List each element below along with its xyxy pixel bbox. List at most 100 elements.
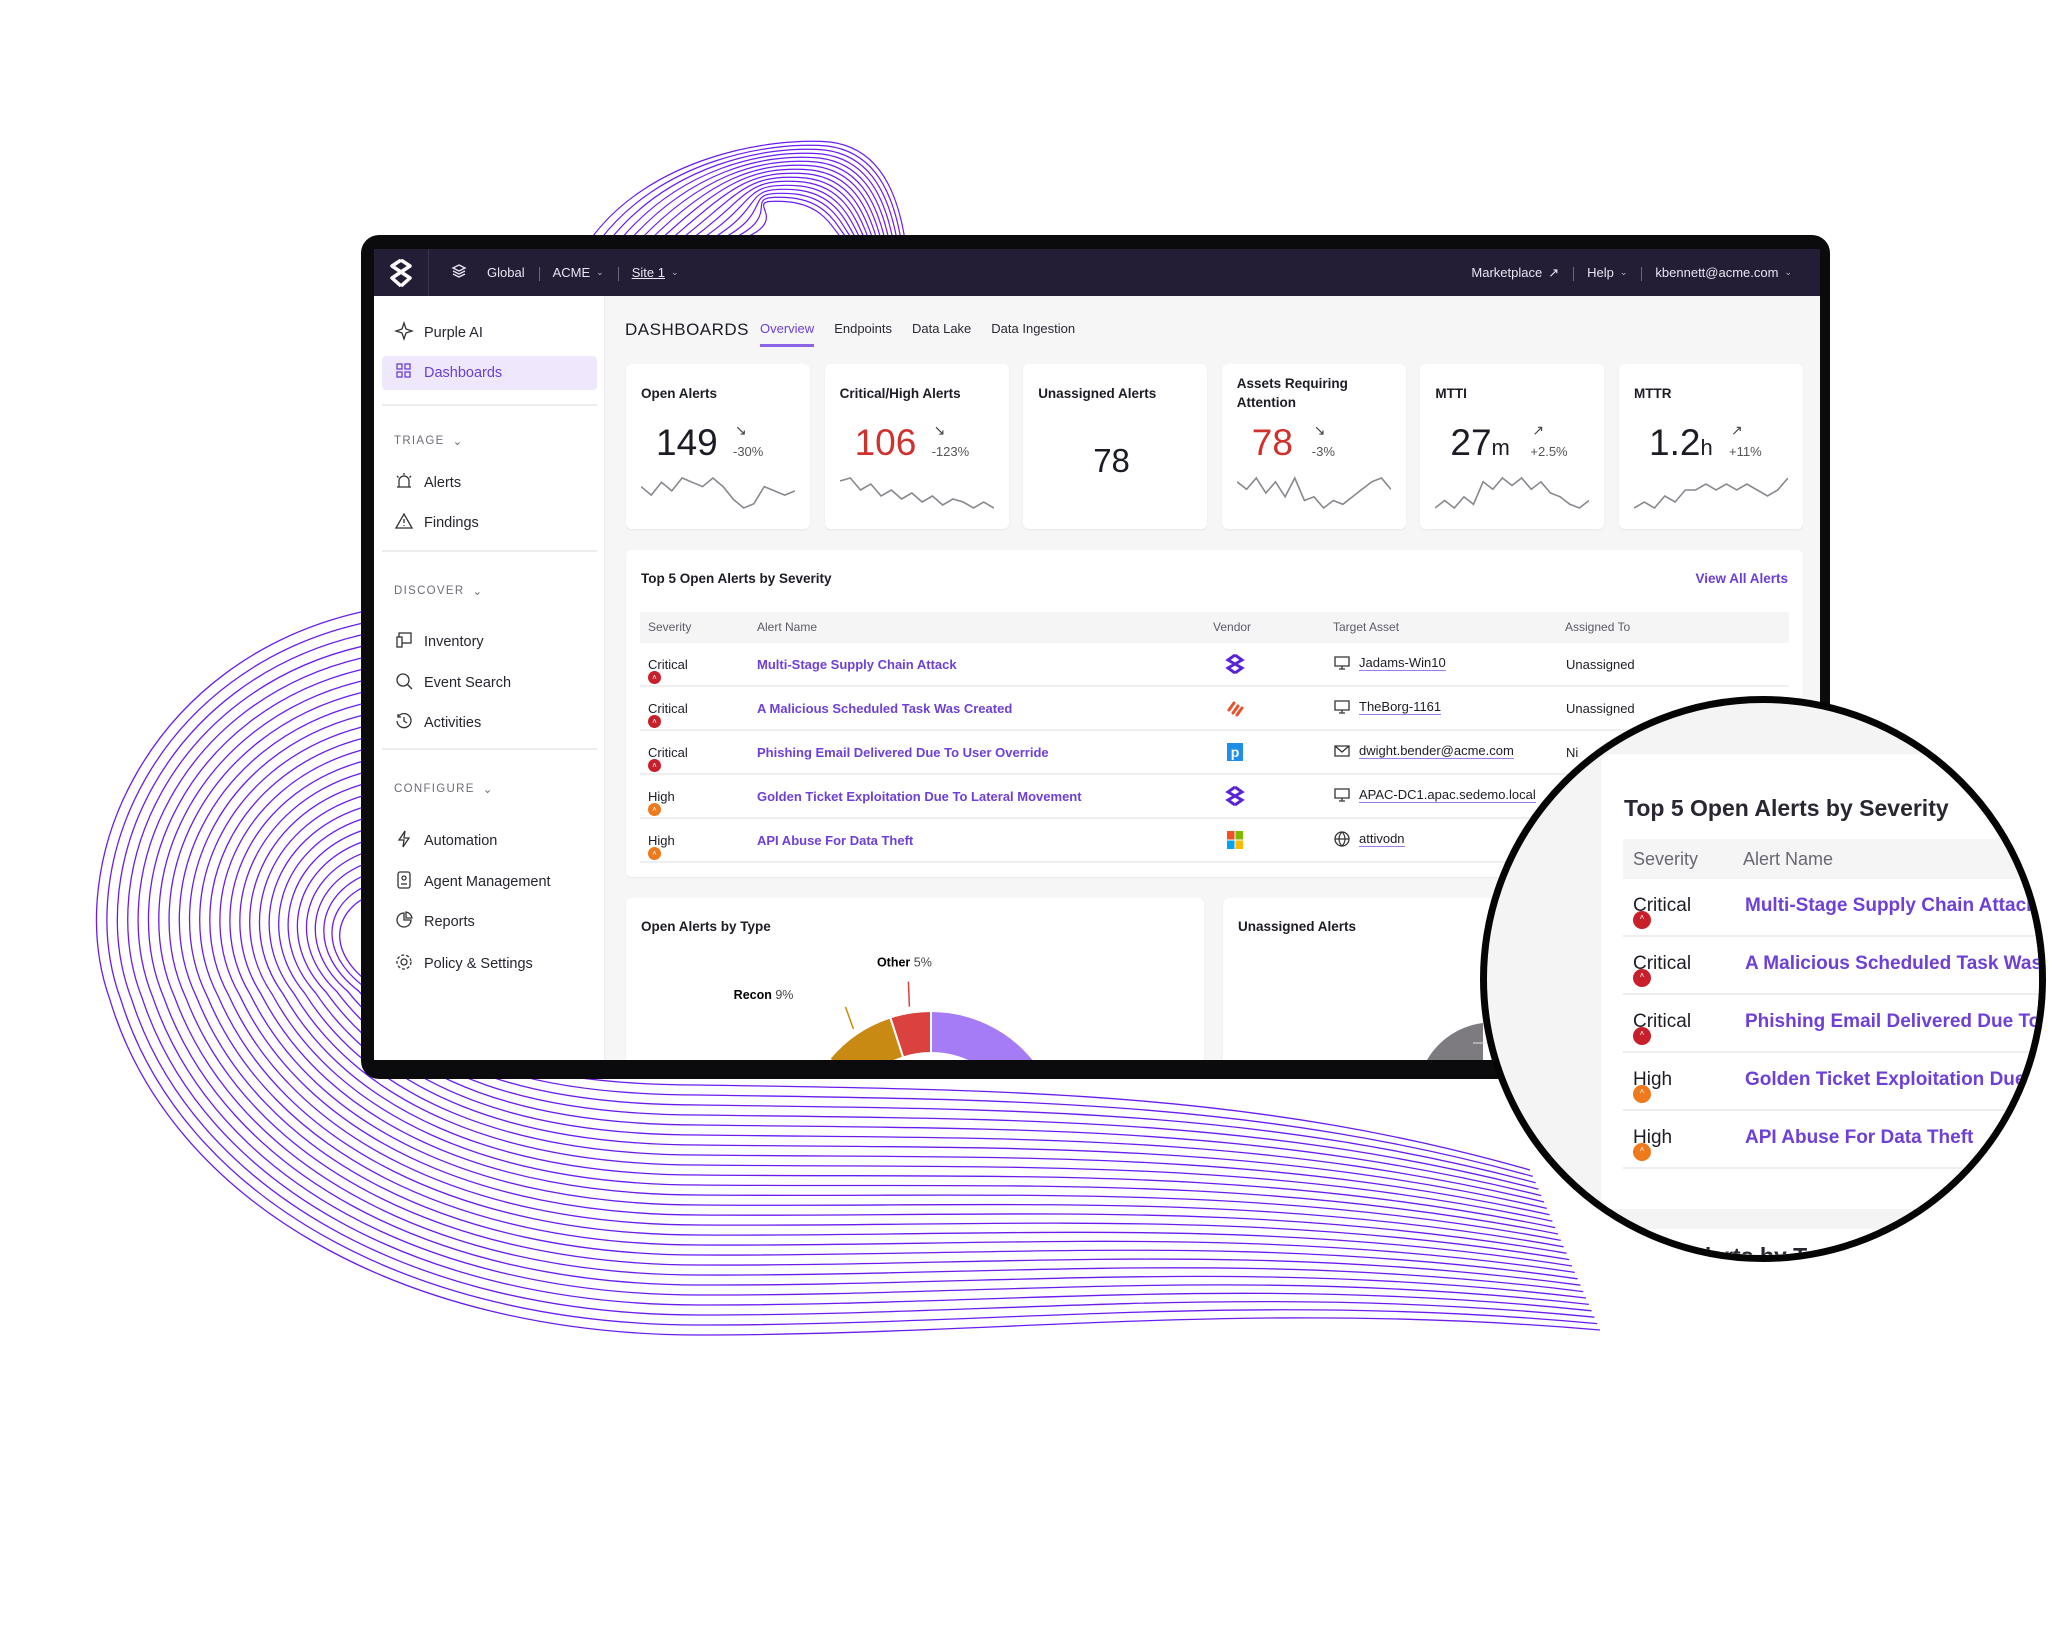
sidebar-item-inventory[interactable]: Inventory <box>382 625 597 659</box>
scope-global[interactable]: Global <box>487 265 525 280</box>
assigned-to: Ni <box>1566 745 1579 760</box>
donut-slice-recon[interactable] <box>827 1016 905 1060</box>
sidebar-item-label: Inventory <box>424 634 484 650</box>
sidebar-item-activities[interactable]: Activities <box>382 706 597 740</box>
divider <box>382 550 597 552</box>
slice-name: Other <box>877 956 910 970</box>
target-asset-link[interactable]: dwight.bender@acme.com <box>1359 743 1514 759</box>
section-discover[interactable]: DISCOVER ⌄ <box>394 584 483 598</box>
vendor-cell <box>1225 785 1245 809</box>
sentinelone-logo-icon[interactable] <box>374 249 429 296</box>
lightning-icon <box>394 829 414 853</box>
kpi-card[interactable]: Assets Requiring Attention 78 ↘ -3% <box>1221 364 1406 529</box>
purple-ai-icon <box>393 320 415 345</box>
tab-data-lake[interactable]: Data Lake <box>912 321 971 347</box>
target-asset-link[interactable]: attivodn <box>1359 831 1405 847</box>
column-header-target-asset[interactable]: Target Asset <box>1333 620 1399 634</box>
severity-cell: ˄ High <box>648 833 675 860</box>
pie-chart-icon <box>394 910 414 934</box>
site-selector[interactable]: Site 1 ⌄ <box>617 265 693 281</box>
sparkline <box>839 477 994 509</box>
help-menu[interactable]: Help ⌄ <box>1573 265 1641 281</box>
user-menu[interactable]: kbennett@acme.com ⌄ <box>1641 265 1806 281</box>
tab-overview[interactable]: Overview <box>760 321 815 347</box>
alert-name-link[interactable]: Phishing Email Delivered Due To User Ove… <box>757 745 1049 760</box>
kpi-number: 106 <box>854 422 917 463</box>
severity-label: Critical <box>648 701 688 716</box>
section-configure[interactable]: CONFIGURE ⌄ <box>394 782 494 796</box>
sidebar-item-automation[interactable]: Automation <box>382 824 597 858</box>
sidebar-item-label: Alerts <box>424 475 462 491</box>
sidebar-item-dashboards[interactable]: Dashboards <box>382 356 597 390</box>
kpi-card[interactable]: MTTR 1.2h ↗ +11% <box>1619 364 1803 529</box>
kpi-unit: m <box>1491 435 1510 460</box>
severity-cell: ˄ High <box>1633 1069 1672 1103</box>
vendor-cell <box>1225 830 1245 853</box>
kpi-number: 27 <box>1450 422 1492 463</box>
kpi-card[interactable]: Open Alerts 149 ↘ -30% <box>626 364 810 529</box>
kpi-value: 149 <box>656 422 718 464</box>
table-row: ˄ High API Abuse For Data Theft <box>1623 1111 2039 1169</box>
alert-name-link[interactable]: API Abuse For Data Theft <box>757 833 913 848</box>
monitor-icon <box>1334 700 1350 714</box>
kpi-delta: +2.5% <box>1530 444 1568 459</box>
column-header-vendor[interactable]: Vendor <box>1213 620 1251 634</box>
severity-cell: ˄ High <box>648 789 675 816</box>
trend-down-icon: ↘ <box>735 422 747 438</box>
sidebar-item-alerts[interactable]: Alerts <box>382 466 597 500</box>
site-label: Site 1 <box>631 265 665 280</box>
vendor-cell <box>1225 698 1245 721</box>
user-email: kbennett@acme.com <box>1655 265 1779 280</box>
kpi-card[interactable]: MTTI 27m ↗ +2.5% <box>1420 364 1605 529</box>
alert-name-link[interactable]: A Malicious Scheduled Task Was Created <box>757 701 1012 716</box>
severity-label: Critical <box>648 745 688 760</box>
column-header-alert-name[interactable]: Alert Name <box>757 620 817 634</box>
section-label: TRIAGE <box>394 435 445 447</box>
severity-cell: ˄ Critical <box>1633 895 1691 929</box>
kpi-title: Critical/High Alerts <box>839 386 961 401</box>
globe-icon <box>1334 831 1350 847</box>
account-selector[interactable]: ACME ⌄ <box>538 265 618 281</box>
sidebar-item-agent-management[interactable]: Agent Management <box>382 865 597 899</box>
sidebar-item-findings[interactable]: Findings <box>382 506 597 540</box>
kpi-delta: -30% <box>733 444 764 459</box>
alert-name-link[interactable]: Multi-Stage Supply Chain Attack <box>757 657 957 672</box>
sidebar-item-label: Findings <box>424 515 479 531</box>
marketplace-link[interactable]: Marketplace ↗ <box>1457 265 1573 281</box>
table-row[interactable]: ˄ Critical A Malicious Scheduled Task Was … <box>640 687 1789 731</box>
devices-icon <box>394 630 414 654</box>
sidebar-item-event-search[interactable]: Event Search <box>382 666 597 700</box>
sidebar-item-label: Dashboards <box>424 365 503 381</box>
vendor-cell: p <box>1225 742 1245 765</box>
severity-label: High <box>648 833 675 848</box>
target-asset-cell: TheBorg-1161 <box>1333 698 1442 716</box>
tab-data-ingestion[interactable]: Data Ingestion <box>991 321 1075 347</box>
chevron-down-icon: ⌄ <box>1619 267 1628 277</box>
chevron-down-icon: ⌄ <box>1784 267 1792 277</box>
sparkline <box>1435 476 1590 510</box>
marketplace-label: Marketplace <box>1471 265 1543 280</box>
table-row[interactable]: ˄ Critical Multi-Stage Supply Chain Attack… <box>640 643 1789 687</box>
scope-selector[interactable]: Global <box>429 263 539 282</box>
section-triage[interactable]: TRIAGE ⌄ <box>394 434 464 448</box>
severity-critical-icon: ˄ <box>648 759 661 772</box>
kpi-card[interactable]: Unassigned Alerts 78 <box>1023 364 1208 529</box>
column-header-assigned-to[interactable]: Assigned To <box>1565 620 1630 634</box>
mail-icon <box>1334 745 1350 757</box>
column-header-severity[interactable]: Severity <box>648 620 691 634</box>
layers-icon <box>451 263 467 282</box>
view-all-alerts-link[interactable]: View All Alerts <box>1695 571 1788 586</box>
kpi-card[interactable]: Critical/High Alerts 106 ↘ -123% <box>824 364 1009 529</box>
history-icon <box>394 711 414 735</box>
sidebar-item-purple-ai[interactable]: Purple AI <box>382 316 597 350</box>
sidebar-item-reports[interactable]: Reports <box>382 905 597 939</box>
tab-endpoints[interactable]: Endpoints <box>834 321 892 347</box>
sidebar-item-policy-settings[interactable]: Policy & Settings <box>382 947 597 981</box>
alert-name-link[interactable]: Golden Ticket Exploitation Due To Latera… <box>757 789 1082 804</box>
target-asset-link[interactable]: TheBorg-1161 <box>1359 699 1442 715</box>
target-asset-link[interactable]: APAC-DC1.apac.sedemo.local <box>1359 787 1536 803</box>
svg-text:p: p <box>1231 744 1240 760</box>
severity-critical-icon: ˄ <box>1633 969 1651 987</box>
donut-slice-information[interactable] <box>930 1009 1063 1060</box>
target-asset-link[interactable]: Jadams-Win10 <box>1359 655 1446 671</box>
